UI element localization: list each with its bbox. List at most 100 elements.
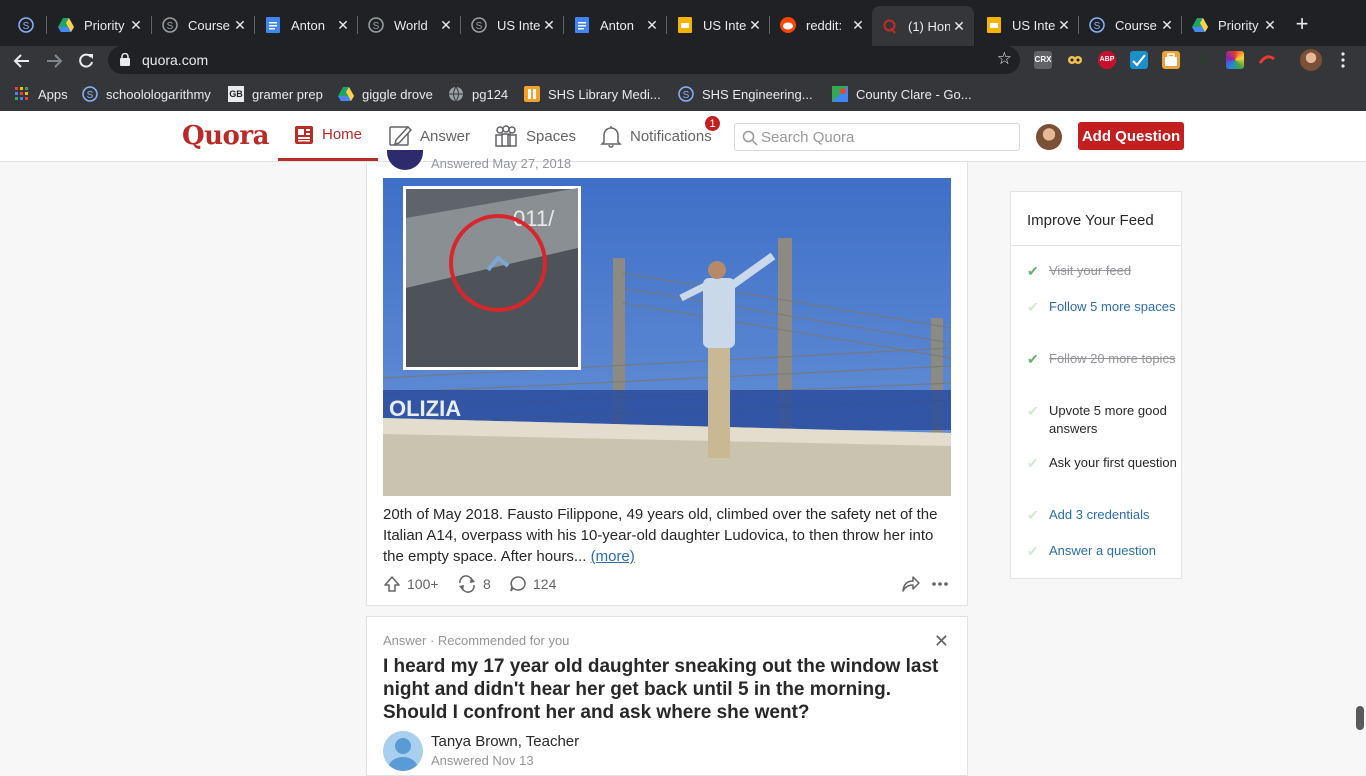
share-count-button[interactable]: 8	[457, 574, 491, 594]
reload-icon[interactable]	[75, 50, 97, 72]
google-slides-icon	[986, 17, 1002, 33]
search-input[interactable]	[761, 128, 1011, 146]
search-icon	[742, 130, 758, 151]
dismiss-close-icon[interactable]: ✕	[934, 631, 949, 652]
nav-home[interactable]: Home	[278, 111, 379, 161]
close-icon[interactable]: ✕	[127, 17, 145, 34]
question-title[interactable]: I heard my 17 year old daughter sneaking…	[383, 655, 953, 724]
crx-extension-icon[interactable]: CRX	[1034, 51, 1052, 69]
task-follow-topics[interactable]: ✔ Follow 20 more topics	[1027, 350, 1177, 368]
tab-anton-1[interactable]: Anton ✕	[255, 10, 358, 40]
close-icon[interactable]: ✕	[643, 17, 661, 34]
task-add-credentials[interactable]: ✔ Add 3 credentials	[1027, 506, 1177, 524]
search-box[interactable]	[734, 123, 1020, 151]
close-icon[interactable]: ✕	[849, 17, 867, 34]
tab-us-inte-3[interactable]: US Inte ✕	[976, 10, 1079, 40]
close-icon[interactable]: ✕	[437, 17, 455, 34]
checker-extension-icon[interactable]	[1130, 51, 1148, 69]
more-link[interactable]: (more)	[591, 548, 635, 565]
author-avatar[interactable]	[387, 150, 423, 170]
dark-leaf-extension-icon[interactable]	[1194, 51, 1212, 69]
red-pen-extension-icon[interactable]	[1258, 51, 1276, 69]
share-button[interactable]	[901, 574, 927, 594]
bookmark-county-clare[interactable]: County Clare - Go...	[832, 85, 972, 103]
kebab-menu-icon[interactable]	[1334, 51, 1352, 69]
checkmark-icon: ✔	[1027, 299, 1039, 315]
tab-priority-2[interactable]: Priority ✕	[1182, 10, 1285, 40]
checkmark-icon: ✔	[1027, 263, 1039, 279]
tab-world[interactable]: S World ✕	[358, 10, 461, 40]
close-icon[interactable]: ✕	[540, 17, 558, 34]
task-answer-question[interactable]: ✔ Answer a question	[1027, 542, 1177, 560]
task-ask-question[interactable]: ✔ Ask your first question	[1027, 454, 1177, 472]
scrollbar-thumb[interactable]	[1356, 706, 1364, 730]
close-icon[interactable]: ✕	[334, 17, 352, 34]
reshare-icon	[457, 575, 477, 593]
tab-pinned[interactable]: S	[8, 10, 44, 40]
socratic-icon: S	[162, 17, 178, 33]
bookmark-shs-library[interactable]: SHS Library Medi...	[524, 85, 661, 103]
answer-photo[interactable]: OLIZIA 011/	[383, 178, 951, 496]
task-follow-spaces[interactable]: ✔ Follow 5 more spaces	[1027, 298, 1177, 316]
tab-us-inte-2[interactable]: US Inte ✕	[667, 10, 770, 40]
upvote-arrow-icon	[383, 575, 401, 593]
address-bar[interactable]: quora.com ☆	[108, 46, 1020, 74]
bookmark-gramer-prep[interactable]: GB gramer prep	[228, 85, 323, 103]
toolbox-extension-icon[interactable]	[1162, 51, 1180, 69]
svg-text:S: S	[476, 21, 483, 32]
close-icon[interactable]: ✕	[231, 17, 249, 34]
forward-arrow-icon[interactable]	[43, 50, 65, 72]
improve-feed-panel: Improve Your Feed ✔ Visit your feed ✔ Fo…	[1010, 191, 1182, 579]
tab-anton-2[interactable]: Anton ✕	[564, 10, 667, 40]
checkmark-icon: ✔	[1027, 543, 1039, 559]
lock-icon	[120, 52, 130, 66]
nav-notifications[interactable]: Notifications	[600, 111, 712, 161]
owl-extension-icon[interactable]	[1066, 51, 1084, 69]
tab-priority-1[interactable]: Priority ✕	[48, 10, 151, 40]
task-upvote-answers[interactable]: ✔ Upvote 5 more good answers	[1027, 402, 1177, 438]
quora-icon	[882, 18, 898, 34]
pencil-square-icon	[388, 124, 412, 148]
task-visit-feed[interactable]: ✔ Visit your feed	[1027, 262, 1177, 280]
tab-us-inte-1[interactable]: S US Inte ✕	[461, 10, 564, 40]
comments-button[interactable]: 124	[509, 574, 556, 594]
close-icon[interactable]: ✕	[1261, 17, 1279, 34]
bookmark-apps[interactable]: Apps	[14, 85, 68, 103]
profile-avatar[interactable]	[1300, 49, 1322, 71]
bookmark-schoolologarithmy[interactable]: S schoolologarithmy	[82, 85, 211, 103]
google-drive-icon	[338, 86, 354, 102]
bookmark-pg124[interactable]: pg124	[448, 85, 508, 103]
svg-text:S: S	[683, 90, 690, 101]
add-question-button[interactable]: Add Question	[1078, 122, 1184, 150]
tab-course-2[interactable]: S Course ✕	[1079, 10, 1182, 40]
socratic-icon: S	[18, 17, 34, 33]
close-icon[interactable]: ✕	[1055, 17, 1073, 34]
close-icon[interactable]: ✕	[950, 18, 968, 35]
close-icon[interactable]: ✕	[1158, 17, 1176, 34]
bookmark-shs-engineering[interactable]: S SHS Engineering...	[678, 85, 813, 103]
maps-icon	[832, 86, 848, 102]
answered-date: Answered Nov 13	[431, 753, 534, 768]
library-icon	[524, 86, 540, 102]
adblock-plus-icon[interactable]: ABP	[1098, 51, 1116, 69]
author-avatar[interactable]	[383, 731, 423, 771]
new-tab-button[interactable]: +	[1292, 13, 1312, 35]
nav-spaces[interactable]: Spaces	[494, 111, 576, 161]
tab-quora-active[interactable]: (1) Hon ✕	[872, 6, 974, 46]
back-arrow-icon[interactable]	[11, 50, 33, 72]
user-avatar[interactable]	[1036, 124, 1062, 150]
more-options-button[interactable]	[931, 574, 955, 594]
feed-answer-card: Answer · Recommended for you ✕ I heard m…	[366, 616, 968, 776]
svg-text:S: S	[167, 21, 174, 32]
home-feed-icon	[294, 125, 314, 145]
bookmark-star-icon[interactable]: ☆	[997, 49, 1012, 69]
bookmark-giggle-drove[interactable]: giggle drove	[338, 85, 433, 103]
tab-course-1[interactable]: S Course ✕	[152, 10, 255, 40]
tab-reddit[interactable]: reddit: ✕	[770, 10, 873, 40]
quora-logo[interactable]: Quora	[182, 121, 269, 151]
upvote-button[interactable]: 100+	[383, 574, 439, 594]
svg-text:S: S	[87, 90, 94, 101]
author-name[interactable]: Tanya Brown, Teacher	[431, 733, 579, 750]
color-picker-extension-icon[interactable]	[1226, 51, 1244, 69]
close-icon[interactable]: ✕	[746, 17, 764, 34]
